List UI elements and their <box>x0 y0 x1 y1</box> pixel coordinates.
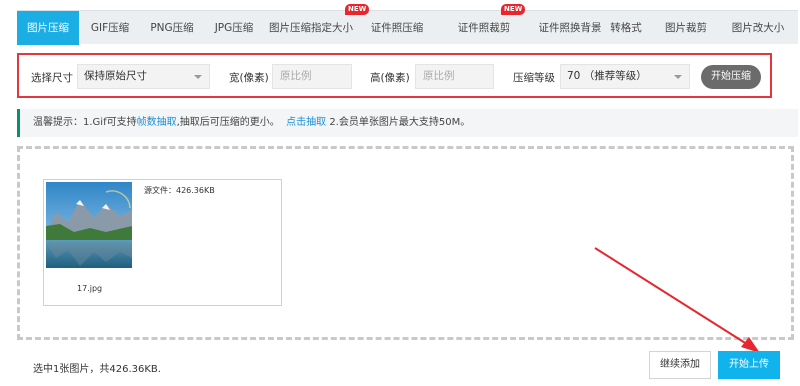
start-compress-button[interactable]: 开始压缩 <box>701 65 761 89</box>
tab-image-resize[interactable]: 图片改大小 <box>725 11 791 45</box>
source-file-size: 源文件：426.36KB <box>144 186 215 195</box>
tab-convert-format[interactable]: 转格式 <box>609 11 643 45</box>
click-extract-link[interactable]: 点击抽取 <box>286 117 326 128</box>
tool-tab-bar: 图片压缩 GIF压缩 PNG压缩 JPG压缩 图片压缩指定大小 NEW 证件照压… <box>17 4 798 45</box>
compression-level-select[interactable]: 70 （推荐等级） <box>560 64 690 89</box>
chevron-down-icon <box>194 75 202 79</box>
height-label: 高(像素) <box>370 72 410 84</box>
new-badge: NEW <box>501 4 526 15</box>
frame-extract-link[interactable]: 帧数抽取 <box>137 117 177 128</box>
width-input[interactable]: 原比例 <box>272 64 352 89</box>
size-select[interactable]: 保持原始尺寸 <box>77 64 210 89</box>
compress-settings-panel: 选择尺寸 保持原始尺寸 宽(像素) 原比例 高(像素) 原比例 压缩等级 70 … <box>17 53 772 98</box>
file-card[interactable]: 源文件：426.36KB 17.jpg <box>43 179 282 306</box>
width-label: 宽(像素) <box>229 72 269 84</box>
tab-id-photo-crop[interactable]: 证件照裁剪 NEW <box>437 4 531 45</box>
tab-png-compress[interactable]: PNG压缩 <box>141 11 203 45</box>
start-upload-button[interactable]: 开始上传 <box>718 351 780 379</box>
tab-image-crop[interactable]: 图片裁剪 <box>647 11 725 45</box>
tab-id-photo-background[interactable]: 证件照换背景 <box>531 11 609 45</box>
size-label: 选择尺寸 <box>31 72 73 84</box>
chevron-down-icon <box>674 75 682 79</box>
level-label: 压缩等级 <box>513 72 555 84</box>
height-input[interactable]: 原比例 <box>415 64 494 89</box>
tab-image-compress[interactable]: 图片压缩 <box>17 11 79 45</box>
tab-jpg-compress[interactable]: JPG压缩 <box>203 11 265 45</box>
tab-id-photo-compress[interactable]: 证件照压缩 <box>357 11 437 45</box>
tab-gif-compress[interactable]: GIF压缩 <box>79 11 141 45</box>
image-thumbnail <box>46 182 132 268</box>
tip-bar: 温馨提示：1.Gif可支持帧数抽取,抽取后可压缩的更小。 点击抽取 2.会员单张… <box>17 109 798 137</box>
file-name: 17.jpg <box>77 284 103 293</box>
continue-add-button[interactable]: 继续添加 <box>649 351 711 379</box>
tab-compress-to-size[interactable]: 图片压缩指定大小 NEW <box>265 4 370 45</box>
selection-status: 选中1张图片，共426.36KB. <box>33 364 161 375</box>
upload-dropzone[interactable]: 源文件：426.36KB 17.jpg <box>17 146 794 340</box>
